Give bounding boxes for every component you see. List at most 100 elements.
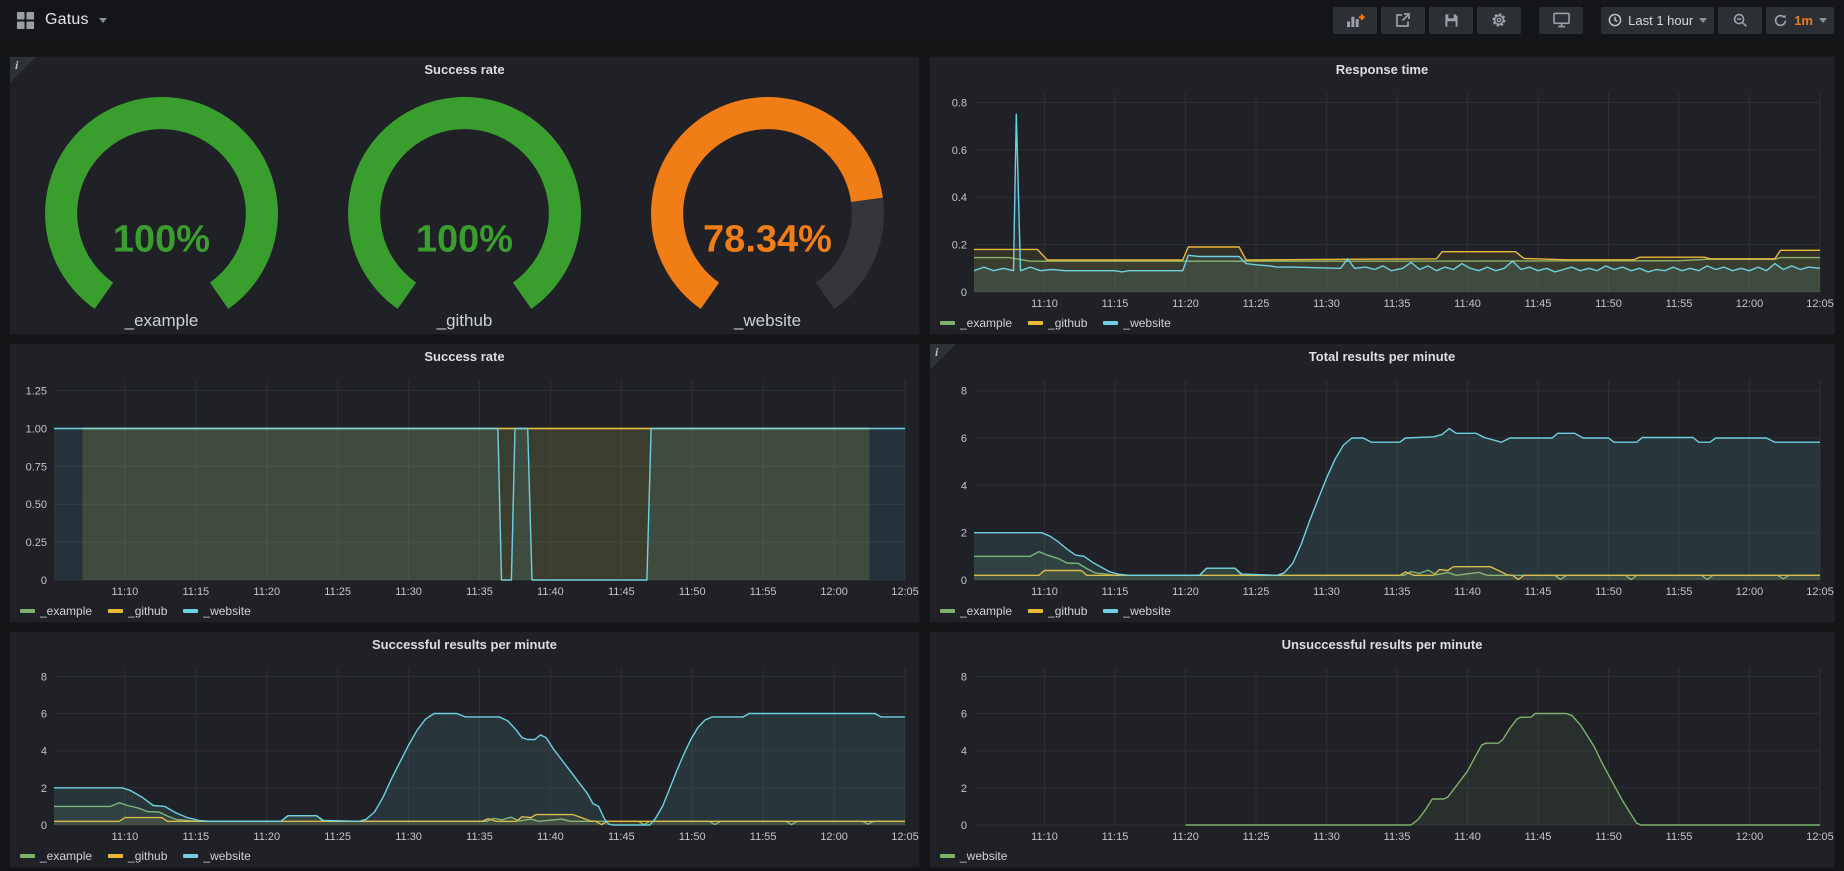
svg-text:11:50: 11:50 bbox=[679, 831, 706, 843]
legend-item[interactable]: _website bbox=[183, 849, 250, 863]
svg-text:11:40: 11:40 bbox=[1454, 298, 1481, 310]
panel-title[interactable]: Total results per minute bbox=[930, 344, 1834, 370]
legend-series-color bbox=[20, 854, 35, 858]
svg-text:11:45: 11:45 bbox=[1525, 831, 1552, 843]
legend-item[interactable]: _example bbox=[940, 316, 1012, 330]
legend-series-label: _example bbox=[960, 316, 1012, 330]
svg-text:12:05: 12:05 bbox=[891, 586, 919, 598]
svg-text:12:00: 12:00 bbox=[820, 586, 848, 598]
panel-success-rate-gauges: i Success rate 100%_example100%_github78… bbox=[9, 56, 920, 335]
svg-text:11:20: 11:20 bbox=[1172, 298, 1199, 310]
svg-text:11:45: 11:45 bbox=[608, 831, 635, 843]
legend-series-label: _github bbox=[128, 849, 167, 863]
svg-text:8: 8 bbox=[41, 671, 47, 683]
legend: _example _github _website bbox=[940, 312, 1830, 334]
svg-text:11:45: 11:45 bbox=[608, 586, 635, 598]
tv-mode-icon bbox=[1553, 12, 1570, 28]
panel-title[interactable]: Unsuccessful results per minute bbox=[930, 632, 1834, 658]
legend-series-color bbox=[108, 609, 123, 613]
svg-text:_github: _github bbox=[436, 311, 493, 330]
total-results-chart[interactable]: 11:1011:1511:2011:2511:3011:3511:4011:45… bbox=[930, 370, 1834, 600]
svg-text:11:45: 11:45 bbox=[1525, 586, 1552, 598]
dashboard-dropdown-caret-icon[interactable] bbox=[99, 18, 107, 23]
svg-text:11:50: 11:50 bbox=[1595, 298, 1622, 310]
time-range-label: Last 1 hour bbox=[1628, 13, 1693, 28]
response-time-chart[interactable]: 11:1011:1511:2011:2511:3011:3511:4011:45… bbox=[930, 83, 1834, 312]
success-rate-chart[interactable]: 11:1011:1511:2011:2511:3011:3511:4011:45… bbox=[10, 370, 919, 600]
svg-text:4: 4 bbox=[41, 746, 47, 758]
legend-item[interactable]: _website bbox=[1103, 316, 1170, 330]
svg-text:11:20: 11:20 bbox=[253, 586, 280, 598]
svg-text:_website: _website bbox=[733, 311, 801, 330]
svg-text:11:10: 11:10 bbox=[1031, 831, 1058, 843]
legend-item[interactable]: _website bbox=[940, 849, 1007, 863]
panel-title[interactable]: Success rate bbox=[10, 344, 919, 370]
legend-item[interactable]: _example bbox=[940, 604, 1012, 618]
svg-text:11:55: 11:55 bbox=[1666, 831, 1693, 843]
svg-text:12:05: 12:05 bbox=[1806, 298, 1834, 310]
dashboard-title[interactable]: Gatus bbox=[45, 11, 89, 29]
svg-text:11:15: 11:15 bbox=[182, 586, 209, 598]
svg-text:6: 6 bbox=[41, 709, 47, 721]
legend-series-color bbox=[1103, 609, 1118, 613]
svg-text:11:15: 11:15 bbox=[1102, 831, 1129, 843]
top-nav-bar: Gatus bbox=[0, 0, 1844, 40]
svg-text:11:15: 11:15 bbox=[1102, 586, 1129, 598]
panel-successful-results: Successful results per minute 11:1011:15… bbox=[9, 631, 920, 868]
svg-text:11:25: 11:25 bbox=[1243, 831, 1270, 843]
time-range-caret-icon bbox=[1699, 18, 1707, 23]
panel-title[interactable]: Success rate bbox=[10, 57, 919, 83]
svg-text:11:10: 11:10 bbox=[1031, 586, 1058, 598]
add-panel-button[interactable] bbox=[1333, 7, 1377, 34]
svg-text:11:30: 11:30 bbox=[395, 586, 422, 598]
time-range-picker[interactable]: Last 1 hour bbox=[1601, 7, 1714, 34]
legend: _website bbox=[940, 845, 1830, 867]
svg-text:8: 8 bbox=[961, 386, 967, 398]
successful-results-chart[interactable]: 11:1011:1511:2011:2511:3011:3511:4011:45… bbox=[10, 658, 919, 845]
panel-title[interactable]: Response time bbox=[930, 57, 1834, 83]
legend-item[interactable]: _website bbox=[183, 604, 250, 618]
cycle-view-button[interactable] bbox=[1539, 7, 1583, 34]
legend-item[interactable]: _website bbox=[1103, 604, 1170, 618]
svg-text:1.25: 1.25 bbox=[26, 386, 47, 398]
apps-grid-icon[interactable] bbox=[16, 11, 35, 30]
save-button[interactable] bbox=[1429, 7, 1473, 34]
legend-item[interactable]: _github bbox=[1028, 316, 1087, 330]
save-icon bbox=[1444, 13, 1459, 28]
legend-item[interactable]: _github bbox=[1028, 604, 1087, 618]
svg-text:12:05: 12:05 bbox=[891, 831, 919, 843]
svg-text:2: 2 bbox=[961, 528, 967, 540]
legend-series-color bbox=[1028, 321, 1043, 325]
settings-gear-icon bbox=[1491, 12, 1507, 28]
panel-title[interactable]: Successful results per minute bbox=[10, 632, 919, 658]
legend-item[interactable]: _example bbox=[20, 849, 92, 863]
legend-item[interactable]: _example bbox=[20, 604, 92, 618]
legend-series-label: _github bbox=[1048, 604, 1087, 618]
legend-series-color bbox=[940, 609, 955, 613]
info-corner-icon[interactable]: i bbox=[930, 344, 956, 370]
svg-text:2: 2 bbox=[41, 783, 47, 795]
zoom-out-button[interactable] bbox=[1718, 7, 1762, 34]
add-panel-icon bbox=[1346, 13, 1365, 28]
svg-text:11:35: 11:35 bbox=[466, 831, 493, 843]
refresh-interval-label: 1m bbox=[1794, 13, 1813, 28]
legend-series-color bbox=[183, 609, 198, 613]
svg-text:11:30: 11:30 bbox=[1313, 831, 1340, 843]
svg-text:11:40: 11:40 bbox=[1454, 586, 1481, 598]
legend-series-label: _website bbox=[1123, 604, 1170, 618]
refresh-button[interactable]: 1m bbox=[1766, 7, 1834, 34]
svg-text:0.50: 0.50 bbox=[26, 499, 47, 511]
legend-item[interactable]: _github bbox=[108, 849, 167, 863]
info-corner-icon[interactable]: i bbox=[10, 57, 36, 83]
legend-item[interactable]: _github bbox=[108, 604, 167, 618]
svg-text:11:15: 11:15 bbox=[1102, 298, 1129, 310]
svg-text:12:05: 12:05 bbox=[1806, 586, 1834, 598]
share-button[interactable] bbox=[1381, 7, 1425, 34]
unsuccessful-results-chart[interactable]: 11:1011:1511:2011:2511:3011:3511:4011:45… bbox=[930, 658, 1834, 845]
svg-text:0: 0 bbox=[961, 287, 967, 299]
svg-text:11:10: 11:10 bbox=[1031, 298, 1058, 310]
svg-text:11:10: 11:10 bbox=[112, 831, 139, 843]
settings-button[interactable] bbox=[1477, 7, 1521, 34]
svg-text:100%: 100% bbox=[113, 219, 210, 261]
legend-series-label: _example bbox=[40, 849, 92, 863]
